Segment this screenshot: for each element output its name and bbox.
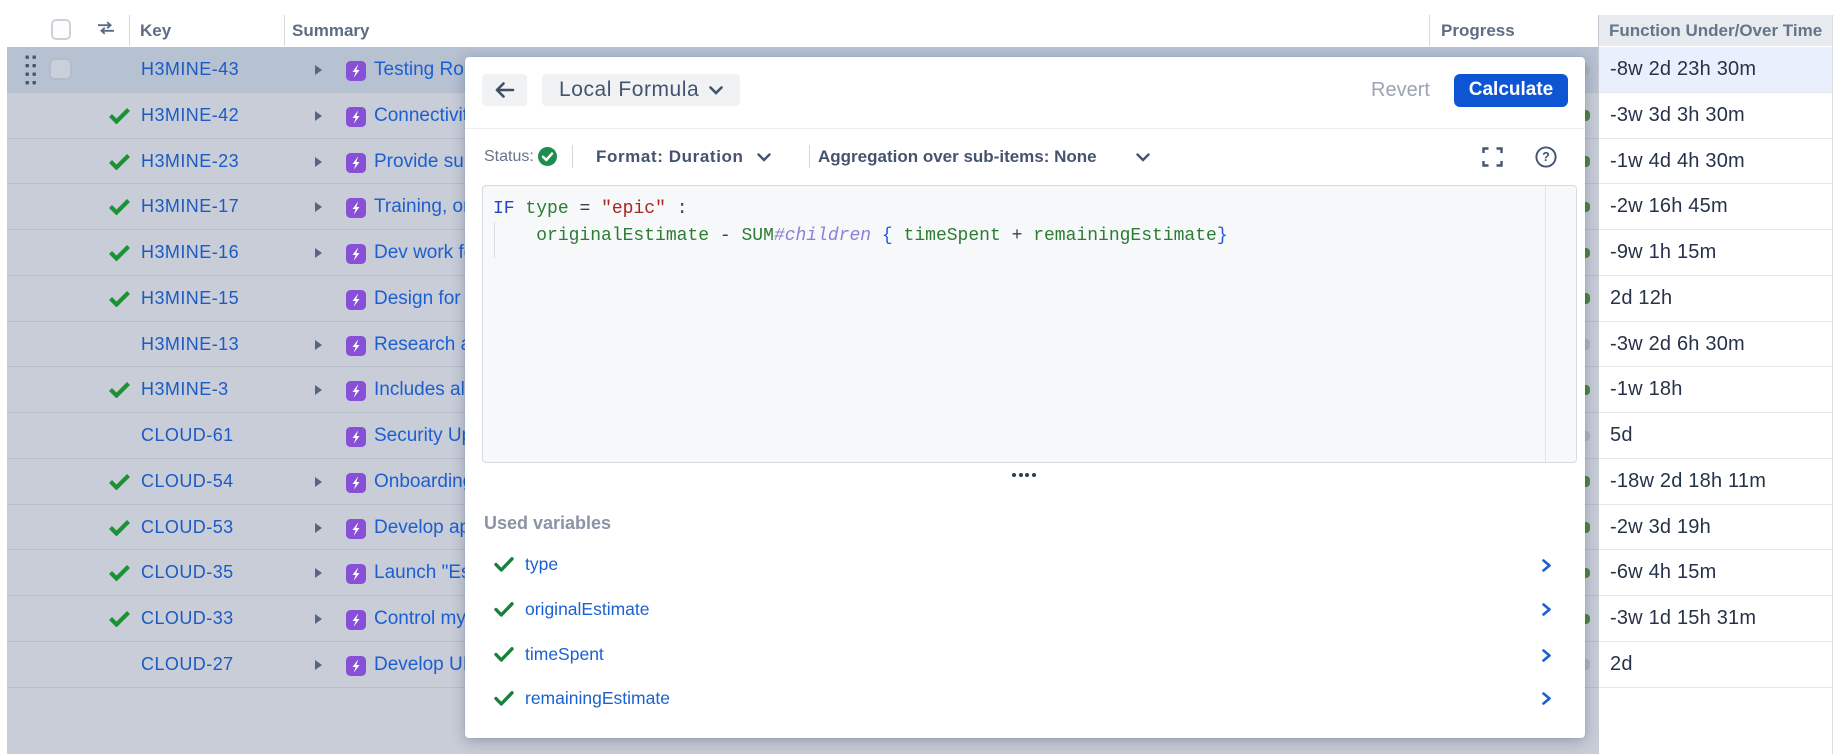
svg-text:?: ? xyxy=(1542,150,1550,164)
